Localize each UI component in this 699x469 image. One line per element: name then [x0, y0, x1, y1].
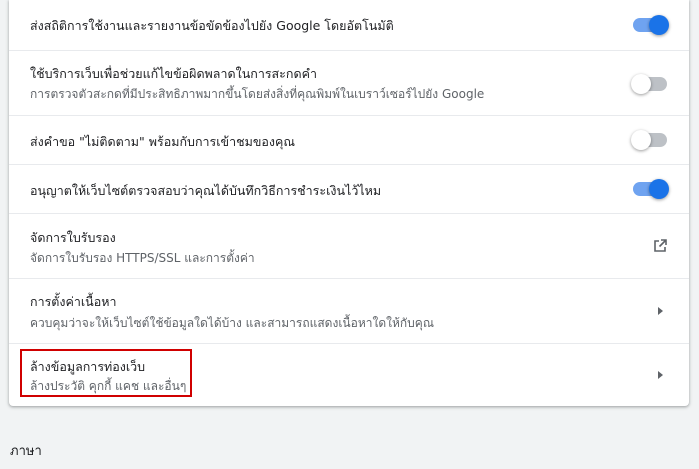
arrow-right-icon[interactable] [651, 302, 669, 320]
row-dnt-title: ส่งคำขอ "ไม่ติดตาม" พร้อมกับการเข้าชมของ… [30, 134, 295, 149]
open-in-new-icon[interactable] [651, 237, 669, 255]
row-spelling-title: ใช้บริการเว็บเพื่อช่วยแก้ไขข้อผิดพลาดในก… [30, 66, 317, 81]
row-spelling-service[interactable]: ใช้บริการเว็บเพื่อช่วยแก้ไขข้อผิดพลาดในก… [9, 50, 689, 115]
row-do-not-track[interactable]: ส่งคำขอ "ไม่ติดตาม" พร้อมกับการเข้าชมของ… [9, 115, 689, 164]
usage-stats-toggle[interactable] [633, 15, 669, 35]
row-usage-stats-title: ส่งสถิติการใช้งานและรายงานข้อขัดข้องไปยั… [30, 18, 394, 33]
arrow-right-icon[interactable] [651, 366, 669, 384]
privacy-settings-card: ส่งสถิติการใช้งานและรายงานข้อขัดข้องไปยั… [9, 0, 689, 406]
row-certificates-subtitle: จัดการใบรับรอง HTTPS/SSL และการตั้งค่า [30, 251, 255, 265]
row-usage-stats[interactable]: ส่งสถิติการใช้งานและรายงานข้อขัดข้องไปยั… [9, 0, 689, 50]
do-not-track-toggle[interactable] [631, 130, 667, 150]
row-spelling-subtitle: การตรวจตัวสะกดที่มีประสิทธิภาพมากขึ้นโดย… [30, 87, 485, 101]
section-heading-languages: ภาษา [10, 444, 42, 459]
row-payment-methods[interactable]: อนุญาตให้เว็บไซต์ตรวจสอบว่าคุณได้บันทึกว… [9, 164, 689, 213]
highlight-box [20, 349, 192, 397]
spelling-service-toggle[interactable] [631, 74, 667, 94]
row-payment-title: อนุญาตให้เว็บไซต์ตรวจสอบว่าคุณได้บันทึกว… [30, 183, 382, 198]
row-content-settings[interactable]: การตั้งค่าเนื้อหา ควบคุมว่าจะให้เว็บไซต์… [9, 278, 689, 343]
row-certificates-title: จัดการใบรับรอง [30, 230, 116, 245]
row-manage-certificates[interactable]: จัดการใบรับรอง จัดการใบรับรอง HTTPS/SSL … [9, 213, 689, 278]
row-content-title: การตั้งค่าเนื้อหา [30, 294, 117, 309]
payment-methods-toggle[interactable] [633, 179, 669, 199]
row-content-subtitle: ควบคุมว่าจะให้เว็บไซต์ใช้ข้อมูลใดได้บ้าง… [30, 316, 434, 330]
